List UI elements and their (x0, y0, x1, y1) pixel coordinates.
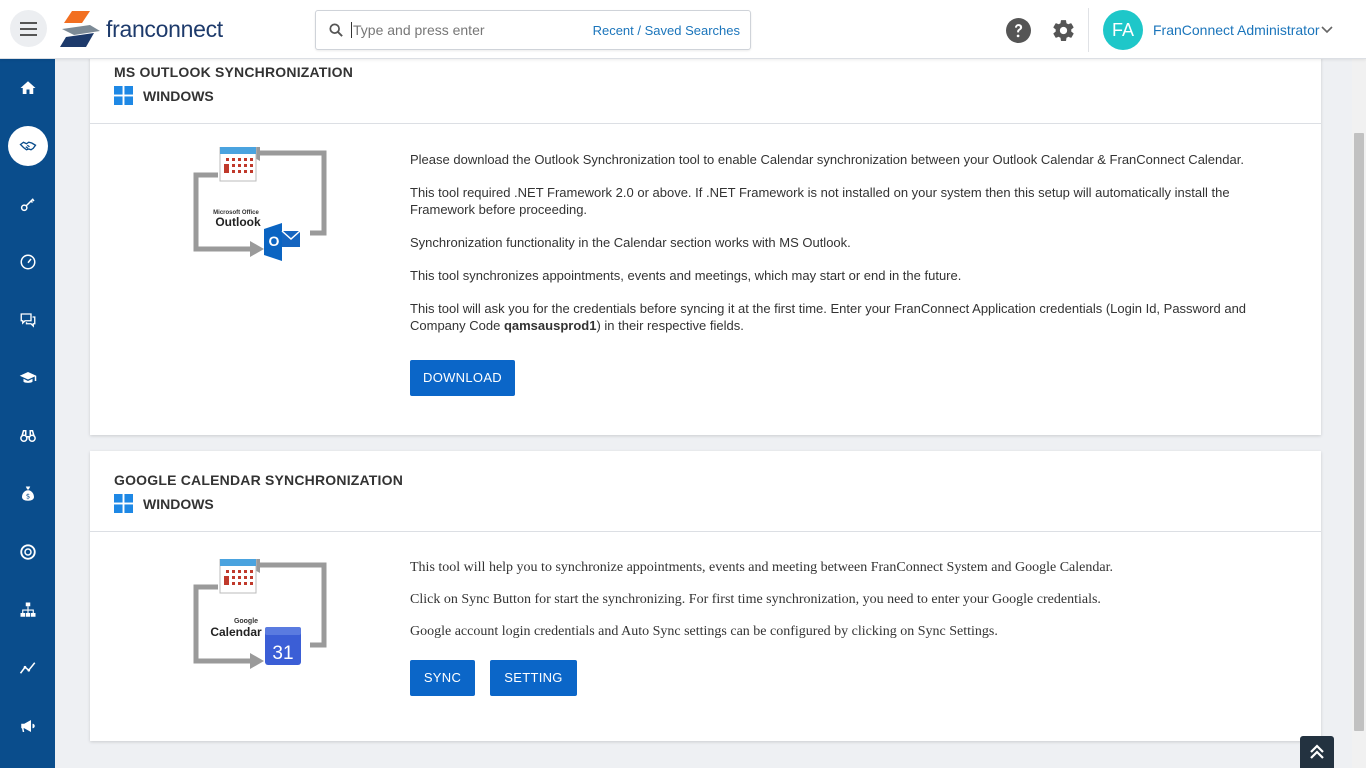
google-para-3: Google account login credentials and Aut… (410, 624, 998, 639)
google-platform: WINDOWS (114, 494, 1321, 513)
google-sync-card: GOOGLE CALENDAR SYNCHRONIZATION WINDOWS (90, 451, 1321, 741)
outlook-para-5a: This tool will ask you for the credentia… (410, 301, 1247, 316)
sidebar-item-support[interactable] (0, 532, 55, 572)
windows-icon (114, 494, 133, 513)
sidebar-item-chat[interactable] (0, 300, 55, 340)
search-icon (329, 23, 343, 37)
outlook-para-5b-suffix: ) in their respective fields. (596, 318, 744, 333)
franconnect-logo[interactable]: franconnect (60, 8, 223, 50)
outlook-para-2b: Framework before proceeding. (410, 202, 588, 217)
outlook-platform: WINDOWS (114, 86, 1321, 105)
outlook-para-1: Please download the Outlook Synchronizat… (410, 152, 1244, 167)
download-button[interactable]: DOWNLOAD (410, 360, 515, 396)
sidebar-item-analytics[interactable] (0, 648, 55, 688)
outlook-card-header: MS OUTLOOK SYNCHRONIZATION WINDOWS (90, 59, 1321, 124)
windows-icon (114, 86, 133, 105)
binoculars-icon (19, 430, 36, 442)
global-search: Recent / Saved Searches (315, 10, 751, 50)
scrollbar-thumb[interactable] (1354, 133, 1364, 731)
sidebar-item-key[interactable] (0, 184, 55, 224)
user-name[interactable]: FranConnect Administrator (1153, 22, 1320, 38)
megaphone-icon (20, 720, 35, 732)
header-divider (1088, 8, 1089, 52)
sidebar-item-home[interactable] (0, 68, 55, 108)
recent-saved-searches-link[interactable]: Recent / Saved Searches (593, 23, 740, 38)
main-content: MS OUTLOOK SYNCHRONIZATION WINDOWS Micro… (55, 59, 1352, 768)
google-actions: SYNC SETTING (410, 660, 1290, 696)
google-card-header: GOOGLE CALENDAR SYNCHRONIZATION WINDOWS (90, 451, 1321, 532)
home-icon (20, 81, 35, 94)
chat-icon (20, 313, 35, 328)
handshake-icon (18, 141, 36, 151)
svg-text:$: $ (25, 493, 29, 501)
sidebar-item-hierarchy[interactable] (0, 590, 55, 630)
outlook-sync-card: MS OUTLOOK SYNCHRONIZATION WINDOWS Micro… (90, 59, 1321, 435)
chevron-down-icon[interactable] (1321, 26, 1333, 34)
gear-icon[interactable] (1051, 18, 1076, 43)
outlook-sync-illustration: Microsoft Office Outlook O (193, 147, 327, 261)
org-chart-icon (20, 602, 35, 617)
outlook-letter: O (269, 233, 280, 249)
outlook-para-5b-prefix: Company Code (410, 318, 504, 333)
key-icon (20, 198, 35, 212)
back-to-top-button[interactable] (1300, 736, 1334, 768)
google-card-title: GOOGLE CALENDAR SYNCHRONIZATION (114, 472, 404, 488)
avatar[interactable]: FA (1103, 10, 1143, 50)
google-day: 31 (272, 643, 293, 664)
google-para-1: This tool will help you to synchronize a… (410, 560, 1113, 575)
outlook-brand: Outlook (215, 215, 261, 229)
google-card-body: Google Calendar 31 This tool will help y… (90, 532, 1321, 741)
trend-icon (19, 662, 35, 674)
outlook-para-4: This tool synchronizes appointments, eve… (410, 268, 962, 283)
sidebar-item-handshake[interactable] (0, 126, 55, 166)
page-scrollbar[interactable] (1352, 59, 1366, 768)
outlook-para-2a: This tool required .NET Framework 2.0 or… (410, 185, 1230, 200)
search-input[interactable] (351, 22, 591, 38)
google-description: This tool will help you to synchronize a… (410, 559, 1290, 696)
google-platform-label: WINDOWS (143, 495, 214, 512)
outlook-para-2: This tool required .NET Framework 2.0 or… (410, 184, 1290, 218)
outlook-description: Please download the Outlook Synchronizat… (410, 151, 1290, 396)
franconnect-logo-mark-icon (60, 11, 100, 47)
money-bag-icon: $ (21, 486, 34, 501)
sidebar-item-marketing[interactable] (0, 706, 55, 746)
company-code: qamsausprod1 (503, 318, 597, 333)
outlook-card-body: Microsoft Office Outlook O Please downlo… (90, 124, 1321, 435)
top-header: franconnect Recent / Saved Searches FA F… (0, 0, 1366, 59)
google-brand: Calendar (210, 625, 262, 639)
google-para-2: Click on Sync Button for start the synch… (410, 592, 1101, 607)
sidebar-item-finance[interactable]: $ (0, 474, 55, 514)
hamburger-menu-icon[interactable] (10, 10, 47, 47)
graduation-cap-icon (19, 372, 36, 383)
logo-text: franconnect (106, 15, 223, 42)
sidebar: $ (0, 59, 55, 768)
sidebar-item-training[interactable] (0, 358, 55, 398)
outlook-para-3: Synchronization functionality in the Cal… (410, 235, 851, 250)
outlook-para-5: This tool will ask you for the credentia… (410, 300, 1290, 334)
sidebar-item-speedometer[interactable] (0, 242, 55, 282)
sidebar-item-binoculars[interactable] (0, 416, 55, 456)
double-chevron-up-icon (1310, 744, 1324, 759)
sync-button[interactable]: SYNC (410, 660, 475, 696)
google-brand-small: Google (234, 618, 258, 625)
google-sync-illustration: Google Calendar 31 (193, 559, 327, 669)
help-icon[interactable] (1006, 18, 1031, 43)
setting-button[interactable]: SETTING (490, 660, 577, 696)
outlook-platform-label: WINDOWS (143, 87, 214, 104)
lifebuoy-icon (19, 544, 36, 560)
speedometer-icon (20, 254, 35, 270)
outlook-card-title: MS OUTLOOK SYNCHRONIZATION (114, 64, 354, 80)
